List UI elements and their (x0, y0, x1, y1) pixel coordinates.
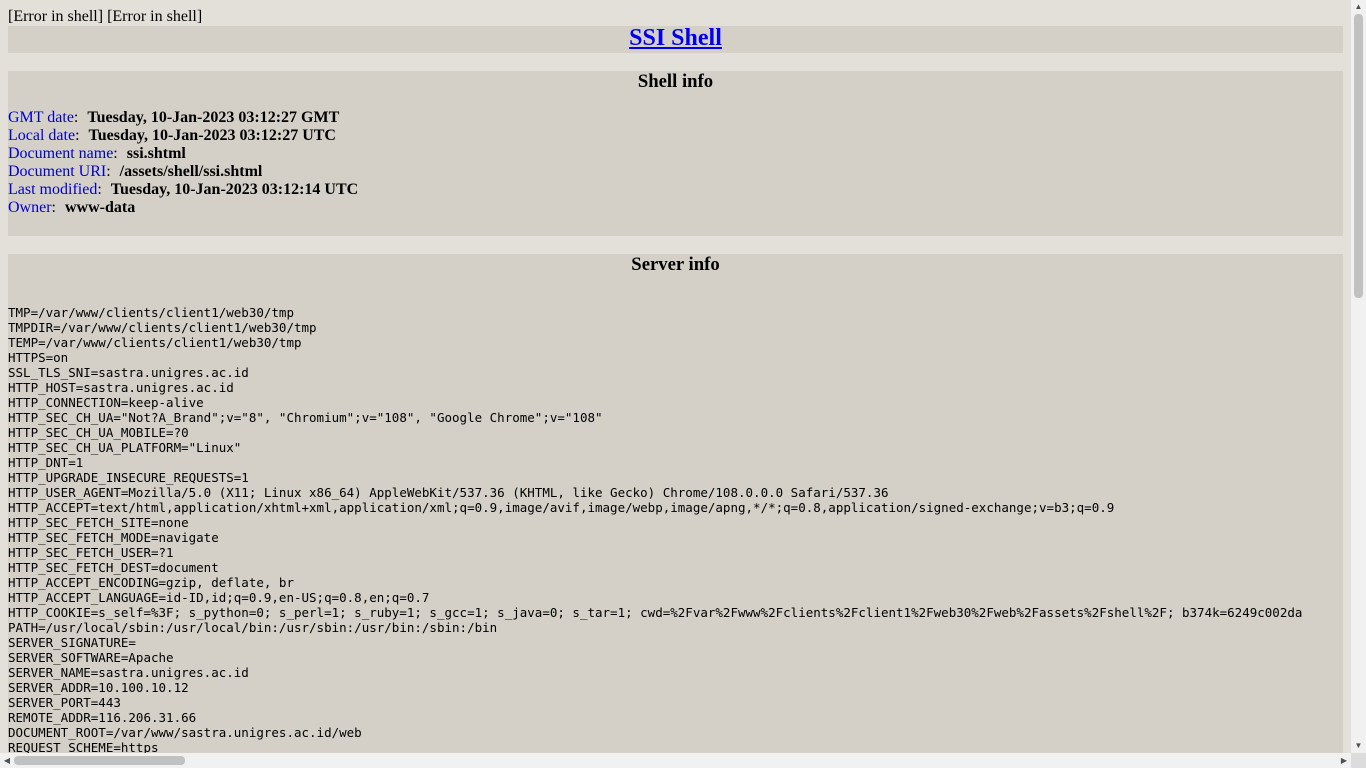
env-line: DOCUMENT_ROOT=/var/www/sastra.unigres.ac… (8, 725, 362, 740)
env-line: HTTP_SEC_FETCH_MODE=navigate (8, 530, 219, 545)
info-value: Tuesday, 10-Jan-2023 03:12:27 GMT (87, 109, 340, 126)
env-line: HTTP_SEC_CH_UA="Not?A_Brand";v="8", "Chr… (8, 410, 603, 425)
env-line: HTTP_ACCEPT=text/html,application/xhtml+… (8, 500, 1115, 515)
env-line: PATH=/usr/local/sbin:/usr/local/bin:/usr… (8, 620, 498, 635)
env-line: HTTP_SEC_FETCH_SITE=none (8, 515, 189, 530)
info-value: ssi.shtml (126, 145, 186, 162)
shell-info-list: GMT date: Tuesday, 10-Jan-2023 03:12:27 G… (8, 109, 358, 217)
shell-info-heading: Shell info (637, 71, 714, 92)
shell-title-link[interactable]: SSI Shell (629, 25, 722, 51)
env-line: HTTP_UPGRADE_INSECURE_REQUESTS=1 (8, 470, 249, 485)
env-line: HTTP_USER_AGENT=Mozilla/5.0 (X11; Linux … (8, 485, 889, 500)
env-line: TMPDIR=/var/www/clients/client1/web30/tm… (8, 320, 317, 335)
env-line: HTTP_ACCEPT_ENCODING=gzip, deflate, br (8, 575, 294, 590)
scroll-up-icon[interactable]: ▲ (1351, 0, 1366, 14)
env-line: HTTP_SEC_FETCH_DEST=document (8, 560, 219, 575)
env-line: REMOTE_ADDR=116.206.31.66 (8, 710, 197, 725)
vertical-scroll-thumb[interactable] (1354, 14, 1363, 298)
env-line: HTTP_SEC_CH_UA_MOBILE=?0 (8, 425, 189, 440)
env-line: TEMP=/var/www/clients/client1/web30/tmp (8, 335, 302, 350)
page-viewport: [Error in shell] [Error in shell] SSI Sh… (0, 0, 1351, 753)
title-bar: SSI Shell (8, 25, 1343, 53)
info-value: /assets/shell/ssi.shtml (119, 163, 263, 180)
info-row-gmt-date: GMT date: Tuesday, 10-Jan-2023 03:12:27 G… (8, 109, 340, 126)
info-key: Last modified (8, 181, 98, 198)
env-line: SERVER_SIGNATURE= (8, 635, 136, 650)
env-line: HTTP_ACCEPT_LANGUAGE=id-ID,id;q=0.9,en-U… (8, 590, 430, 605)
info-key: Document name (8, 145, 114, 162)
env-line: REQUEST_SCHEME=https (8, 740, 159, 753)
server-info-heading: Server info (631, 254, 720, 275)
env-line: HTTP_HOST=sastra.unigres.ac.id (8, 380, 234, 395)
info-key: GMT date (8, 109, 74, 126)
info-row-owner: Owner: www-data (8, 199, 136, 216)
env-line: SERVER_SOFTWARE=Apache (8, 650, 174, 665)
scroll-left-icon[interactable]: ◀ (0, 753, 14, 768)
info-value: Tuesday, 10-Jan-2023 03:12:14 UTC (110, 181, 359, 198)
info-key: Owner (8, 199, 52, 216)
env-line: HTTP_SEC_FETCH_USER=?1 (8, 545, 174, 560)
scroll-right-icon[interactable]: ▶ (1337, 753, 1351, 768)
env-line: SERVER_NAME=sastra.unigres.ac.id (8, 665, 249, 680)
info-key: Local date (8, 127, 76, 144)
info-value: Tuesday, 10-Jan-2023 03:12:27 UTC (88, 127, 336, 144)
scrollbar-corner (1351, 753, 1366, 768)
scroll-down-icon[interactable]: ▼ (1351, 739, 1366, 753)
env-line: HTTP_CONNECTION=keep-alive (8, 395, 204, 410)
env-line: HTTPS=on (8, 350, 69, 365)
info-row-local-date: Local date: Tuesday, 10-Jan-2023 03:12:27… (8, 127, 336, 144)
shell-info-panel: Shell info GMT date: Tuesday, 10-Jan-2023… (8, 71, 1343, 236)
env-line: SSL_TLS_SNI=sastra.unigres.ac.id (8, 365, 249, 380)
env-line: SERVER_ADDR=10.100.10.12 (8, 680, 189, 695)
server-info-panel: Server info TMP=/var/www/clients/client1… (8, 254, 1343, 753)
vertical-scrollbar[interactable]: ▲ ▼ (1351, 0, 1366, 753)
horizontal-scroll-thumb[interactable] (14, 756, 185, 765)
info-row-last-modified: Last modified: Tuesday, 10-Jan-2023 03:12… (8, 181, 359, 198)
info-row-document-uri: Document URI:/assets/shell/ssi.shtml (8, 163, 263, 180)
horizontal-scrollbar[interactable]: ◀ ▶ (0, 753, 1351, 768)
env-line: HTTP_SEC_CH_UA_PLATFORM="Linux" (8, 440, 242, 455)
info-value: www-data (65, 199, 136, 216)
error-message: [Error in shell] [Error in shell] (8, 8, 203, 25)
environment-variables: TMP=/var/www/clients/client1/web30/tmp TM… (8, 305, 1302, 753)
env-line: HTTP_DNT=1 (8, 455, 84, 470)
env-line: SERVER_PORT=443 (8, 695, 121, 710)
info-row-document-name: Document name: ssi.shtml (8, 145, 186, 162)
env-line: HTTP_COOKIE=s_self=%3F; s_python=0; s_pe… (8, 605, 1303, 620)
env-line: TMP=/var/www/clients/client1/web30/tmp (8, 305, 294, 320)
info-key: Document URI (8, 163, 107, 180)
